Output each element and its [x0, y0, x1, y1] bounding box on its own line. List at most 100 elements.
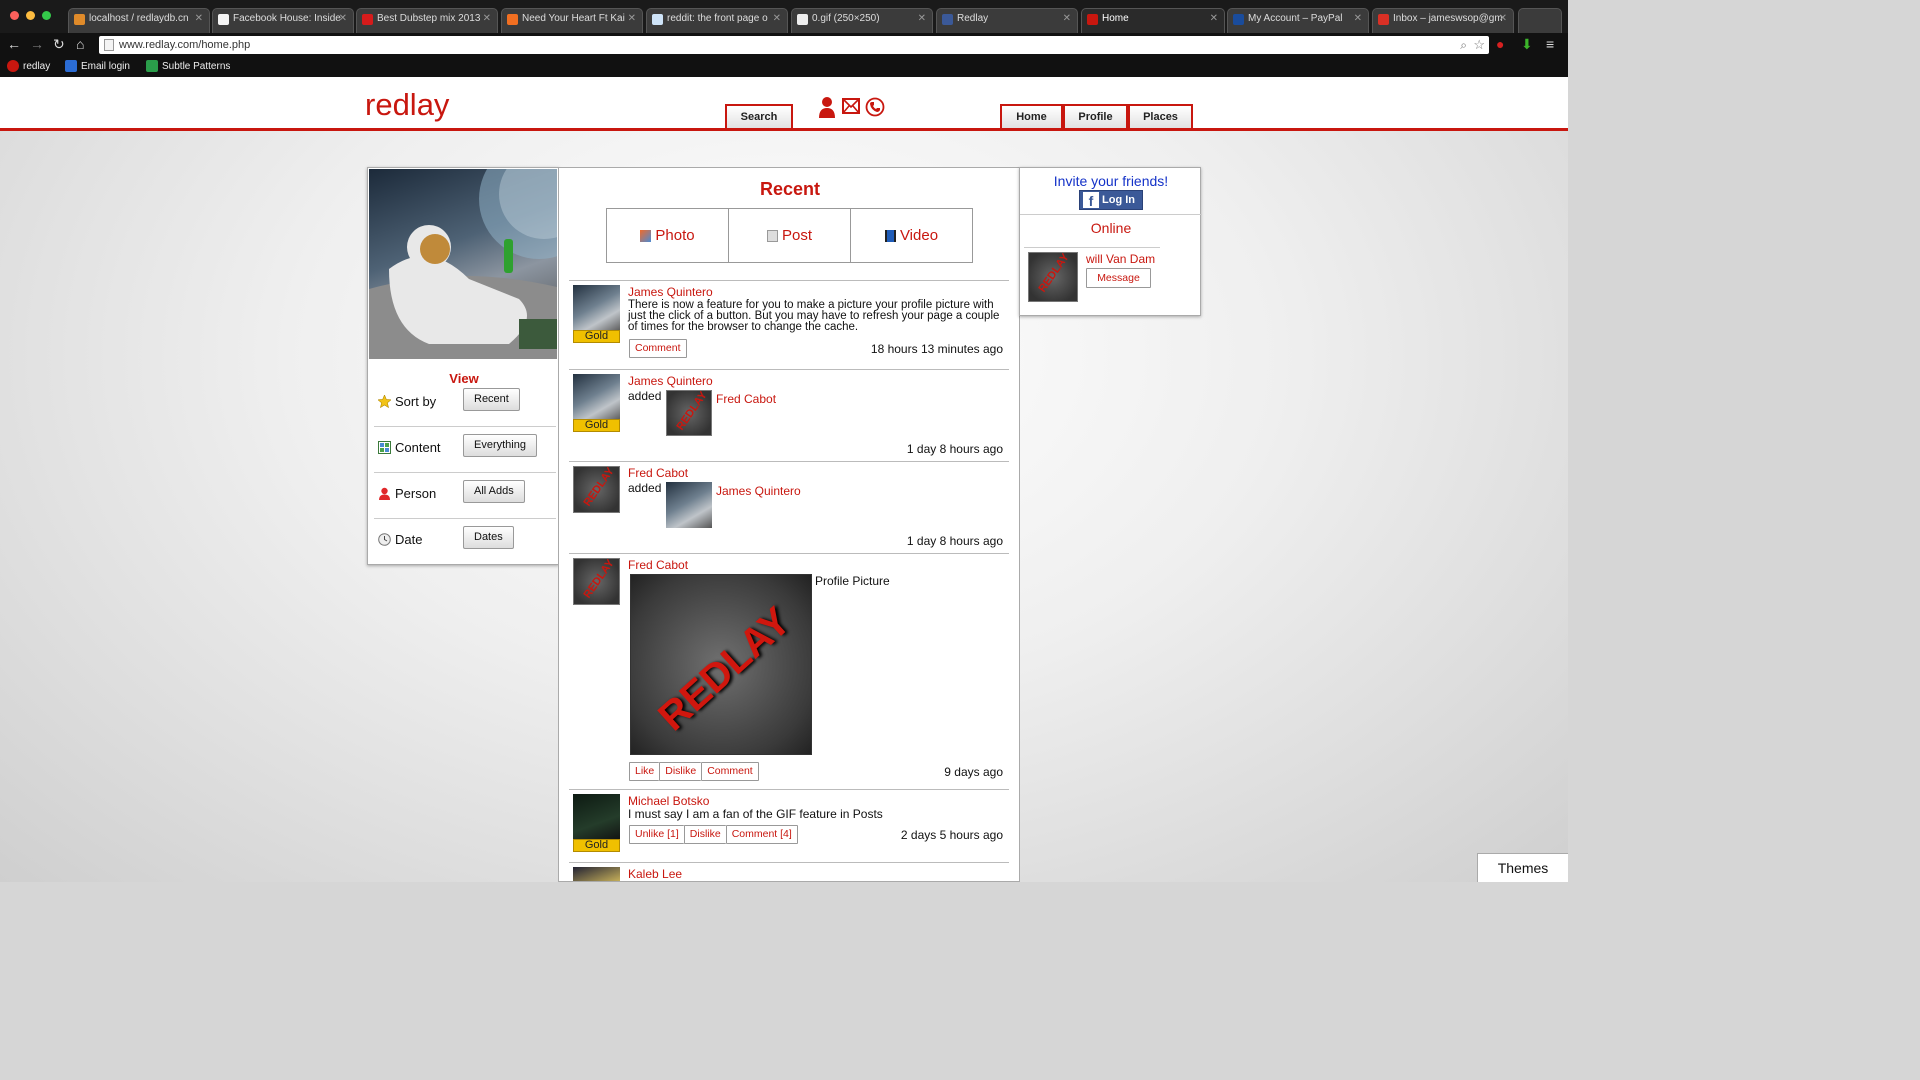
tab-10[interactable]: Inbox – jameswsop@gm ✕	[1372, 8, 1514, 33]
comment-button[interactable]: Comment	[629, 339, 687, 358]
like-button[interactable]: Like	[629, 762, 660, 781]
post-text: I must say I am a fan of the GIF feature…	[628, 807, 883, 821]
post-author-link[interactable]: Kaleb Lee	[628, 867, 682, 881]
date-dates-button[interactable]: Dates	[463, 526, 514, 549]
tab-title: localhost / redlaydb.cn	[89, 13, 189, 24]
post-author-link[interactable]: James Quintero	[628, 374, 713, 388]
close-tab-icon[interactable]: ✕	[628, 13, 636, 24]
site-logo[interactable]: redlay	[365, 87, 449, 123]
author-avatar[interactable]: REDLAY	[573, 558, 620, 605]
message-button[interactable]: Message	[1086, 268, 1151, 288]
tab-3[interactable]: Best Dubstep mix 2013 ✕	[356, 8, 498, 33]
content-everything-button[interactable]: Everything	[463, 434, 537, 457]
tab-5[interactable]: reddit: the front page o ✕	[646, 8, 788, 33]
gold-badge: Gold	[573, 839, 620, 852]
tab-2[interactable]: Facebook House: Inside ✕	[212, 8, 354, 33]
bookmark-subtle-patterns[interactable]: Subtle Patterns	[146, 60, 230, 73]
tab-title: Facebook House: Inside	[233, 13, 341, 24]
comment-button[interactable]: Comment	[701, 762, 759, 781]
dislike-button[interactable]: Dislike	[683, 825, 726, 844]
mail-icon[interactable]	[842, 98, 860, 117]
author-avatar[interactable]: REDLAY	[573, 466, 620, 513]
post-author-link[interactable]: Fred Cabot	[628, 466, 688, 480]
person-icon[interactable]	[818, 96, 836, 121]
photo-label: Photo	[655, 227, 695, 244]
tab-active[interactable]: Home ✕	[1081, 8, 1225, 33]
added-user-link[interactable]: James Quintero	[716, 484, 801, 498]
close-tab-icon[interactable]: ✕	[1499, 13, 1507, 24]
star-bookmark-icon[interactable]: ☆	[1473, 36, 1485, 54]
themes-button[interactable]: Themes	[1477, 853, 1568, 882]
close-window-icon[interactable]	[10, 11, 19, 20]
site-header: redlay Search Home Profile Places	[0, 77, 1568, 131]
post-type-selector: Photo Post Video	[606, 208, 973, 263]
post-author-link[interactable]: James Quintero	[628, 285, 713, 299]
photo-button[interactable]: Photo	[607, 209, 729, 262]
phone-icon[interactable]	[865, 97, 885, 120]
comment-button[interactable]: Comment [4]	[725, 825, 798, 844]
unlike-button[interactable]: Unlike [1]	[629, 825, 684, 844]
close-tab-icon[interactable]: ✕	[1063, 13, 1071, 24]
post-button[interactable]: Post	[729, 209, 851, 262]
added-user-avatar[interactable]: REDLAY	[666, 390, 712, 436]
invite-friends-text: Invite your friends!	[1053, 173, 1169, 189]
close-tab-icon[interactable]: ✕	[1354, 13, 1362, 24]
search-button[interactable]: Search	[725, 104, 793, 128]
author-avatar[interactable]	[573, 794, 620, 841]
reload-icon[interactable]: ↻	[53, 35, 65, 53]
post-author-link[interactable]: Michael Botsko	[628, 794, 709, 808]
tab-7[interactable]: Redlay ✕	[936, 8, 1078, 33]
tab-4[interactable]: Need Your Heart Ft Kai ✕	[501, 8, 643, 33]
nav-places[interactable]: Places	[1128, 104, 1193, 128]
gold-badge: Gold	[573, 330, 620, 343]
pattern-icon	[146, 60, 158, 72]
video-label: Video	[899, 227, 939, 244]
back-icon[interactable]: ←	[7, 35, 21, 53]
tab-1[interactable]: localhost / redlaydb.cn ✕	[68, 8, 210, 33]
close-tab-icon[interactable]: ✕	[1210, 13, 1218, 24]
person-row: Person All Adds	[374, 473, 556, 519]
post-author-link[interactable]: Fred Cabot	[628, 558, 688, 572]
close-tab-icon[interactable]: ✕	[195, 13, 203, 24]
online-user-avatar[interactable]: REDLAY	[1028, 252, 1078, 302]
close-tab-icon[interactable]: ✕	[339, 13, 347, 24]
added-user-link[interactable]: Fred Cabot	[716, 392, 776, 406]
facebook-icon: f	[1083, 192, 1099, 209]
nav-home[interactable]: Home	[1000, 104, 1063, 128]
author-avatar[interactable]	[573, 285, 620, 332]
tab-9[interactable]: My Account – PayPal ✕	[1227, 8, 1369, 33]
tab-title: Inbox – jameswsop@gm	[1393, 13, 1503, 24]
maximize-window-icon[interactable]	[42, 11, 51, 20]
bookmark-redlay[interactable]: redlay	[7, 60, 50, 73]
favicon-icon	[942, 14, 953, 25]
download-icon[interactable]: ⬇	[1521, 35, 1533, 53]
person-all-adds-button[interactable]: All Adds	[463, 480, 525, 503]
post-text: There is now a feature for you to make a…	[628, 299, 1000, 333]
divider	[1024, 247, 1160, 248]
profile-picture[interactable]	[369, 169, 557, 359]
new-tab-button[interactable]	[1518, 8, 1562, 33]
dislike-button[interactable]: Dislike	[659, 762, 702, 781]
minimize-window-icon[interactable]	[26, 11, 35, 20]
facebook-login-button[interactable]: f Log In	[1079, 190, 1143, 210]
profile-picture-post-image[interactable]: REDLAY	[630, 574, 812, 755]
author-avatar[interactable]	[573, 374, 620, 421]
tab-6[interactable]: 0.gif (250×250) ✕	[791, 8, 933, 33]
author-avatar[interactable]	[573, 867, 620, 881]
bookmark-email-login[interactable]: Email login	[65, 60, 130, 73]
added-user-avatar[interactable]	[666, 482, 712, 528]
forward-icon[interactable]: →	[30, 35, 44, 53]
close-tab-icon[interactable]: ✕	[483, 13, 491, 24]
menu-icon[interactable]: ≡	[1546, 35, 1554, 53]
close-tab-icon[interactable]: ✕	[773, 13, 781, 24]
zoom-icon: ⌕	[1460, 38, 1467, 52]
address-bar[interactable]: www.redlay.com/home.php ☆ ⌕	[99, 36, 1489, 54]
close-tab-icon[interactable]: ✕	[918, 13, 926, 24]
nav-profile[interactable]: Profile	[1063, 104, 1128, 128]
sort-recent-button[interactable]: Recent	[463, 388, 520, 411]
browser-tabstrip: localhost / redlaydb.cn ✕ Facebook House:…	[0, 0, 1568, 33]
online-user-link[interactable]: will Van Dam	[1086, 252, 1155, 266]
video-button[interactable]: Video	[851, 209, 972, 262]
adblock-icon[interactable]: ●	[1496, 35, 1504, 53]
home-icon[interactable]: ⌂	[76, 35, 84, 53]
